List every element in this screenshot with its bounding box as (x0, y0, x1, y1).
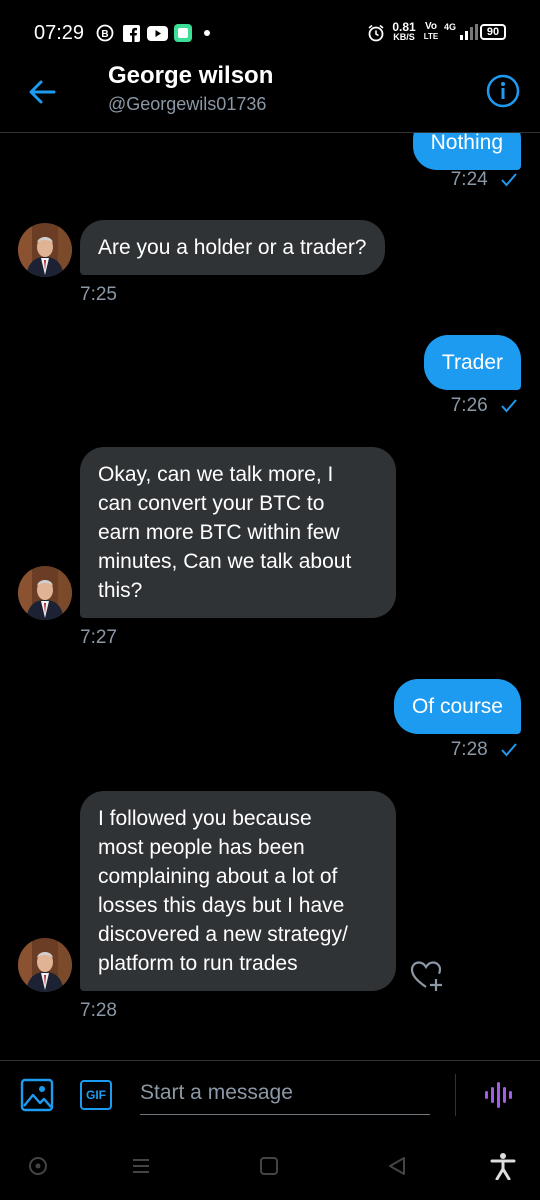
message-line: Okay, can we talk more, I (98, 463, 334, 486)
voice-message-button[interactable] (482, 1078, 516, 1112)
react-button[interactable] (410, 959, 444, 993)
nav-square-icon (260, 1157, 278, 1175)
outgoing-message-bubble[interactable]: Nothing (412, 133, 521, 170)
status-bar: 07:29 B 0.81 KB/S Vo LTE 4G 90 (0, 0, 540, 66)
youtube-icon (146, 24, 168, 42)
incoming-message-bubble[interactable]: Okay, can we talk more, I can convert yo… (80, 447, 396, 618)
message-list[interactable]: Nothing 7:24 Are you a holder or a trade… (0, 133, 540, 1060)
volte-top: Vo (424, 21, 438, 32)
message-line: most people has been (98, 836, 305, 859)
facebook-icon (122, 24, 140, 42)
b-app-icon: B (96, 24, 114, 42)
add-photo-button[interactable] (20, 1078, 54, 1112)
message-line: minutes, Can we talk about (98, 550, 352, 573)
nav-menu-icon (133, 1159, 149, 1173)
avatar[interactable] (18, 566, 72, 620)
info-button[interactable] (486, 74, 520, 108)
more-notifications-dot-icon (202, 24, 212, 42)
read-check-icon (501, 743, 517, 757)
image-icon (20, 1078, 54, 1112)
message-timestamp: 7:27 (80, 627, 117, 648)
timestamp-text: 7:26 (450, 395, 488, 416)
avatar[interactable] (18, 223, 72, 277)
timestamp-text: 7:28 (450, 739, 488, 760)
signal-label: 4G (444, 22, 457, 32)
contact-name[interactable]: George wilson (108, 62, 273, 90)
back-arrow-icon (29, 80, 56, 104)
signal-icon: 4G (444, 22, 478, 42)
volte-indicator: Vo LTE (422, 22, 440, 42)
read-check-icon (501, 173, 517, 187)
message-line: discovered a new strategy/ (98, 923, 348, 946)
avatar[interactable] (18, 938, 72, 992)
alarm-icon (366, 24, 386, 42)
message-timestamp: 7:24 (451, 169, 517, 191)
network-speed: 0.81 KB/S (390, 20, 418, 42)
incoming-message-bubble[interactable]: I followed you because most people has b… (80, 791, 396, 991)
contact-handle: @Georgewils01736 (108, 94, 267, 114)
message-line: I followed you because (98, 807, 312, 830)
incoming-message-bubble[interactable]: Are you a holder or a trader? (80, 220, 385, 275)
message-line: earn more BTC within few (98, 521, 340, 544)
accessibility-button[interactable] (490, 1152, 516, 1181)
volte-bottom: LTE (423, 32, 439, 41)
read-check-icon (501, 399, 517, 413)
gif-button[interactable]: GIF (80, 1080, 112, 1110)
message-text: Nothing (430, 133, 503, 154)
accessibility-icon (490, 1153, 516, 1181)
app-notification-icon (174, 24, 192, 42)
nav-recents-button[interactable] (259, 1156, 279, 1176)
message-text: Of course (411, 695, 503, 718)
message-text: Trader (441, 351, 503, 374)
system-navigation-bar (0, 1132, 540, 1200)
message-timestamp: 7:26 (451, 395, 517, 417)
outgoing-message-bubble[interactable]: Of course (393, 679, 521, 734)
svg-text:B: B (101, 29, 108, 40)
info-icon (486, 74, 520, 108)
nav-home-button[interactable] (28, 1156, 48, 1176)
message-line: complaining about a lot of (98, 865, 338, 888)
gif-icon: GIF (86, 1088, 106, 1102)
network-speed-unit: KB/S (393, 32, 415, 42)
voice-message-icon (485, 1082, 512, 1108)
avatar-portrait-icon (18, 938, 72, 992)
outgoing-message-bubble[interactable]: Trader (423, 335, 521, 390)
nav-back-button[interactable] (387, 1156, 407, 1176)
message-timestamp: 7:28 (451, 739, 517, 761)
nav-circle-icon (29, 1157, 47, 1175)
timestamp-text: 7:24 (450, 169, 488, 190)
message-line: this? (98, 579, 143, 602)
back-button[interactable] (24, 74, 60, 110)
message-timestamp: 7:25 (80, 284, 117, 305)
nav-back-icon (389, 1157, 405, 1175)
nav-menu-button[interactable] (131, 1156, 151, 1176)
battery-icon: 90 (480, 24, 506, 40)
status-time: 07:29 (34, 22, 85, 44)
message-line: losses this days but I have (98, 894, 345, 917)
network-speed-value: 0.81 (392, 20, 416, 34)
heart-plus-icon (410, 961, 442, 991)
message-line: platform to run trades (98, 952, 298, 975)
composer-divider (455, 1074, 456, 1116)
battery-level: 90 (486, 26, 500, 38)
message-line: can convert your BTC to (98, 492, 325, 515)
avatar-portrait-icon (18, 223, 72, 277)
avatar-portrait-icon (18, 566, 72, 620)
message-text: Are you a holder or a trader? (98, 236, 367, 259)
message-input[interactable] (140, 1072, 430, 1115)
message-timestamp: 7:28 (80, 1000, 117, 1021)
